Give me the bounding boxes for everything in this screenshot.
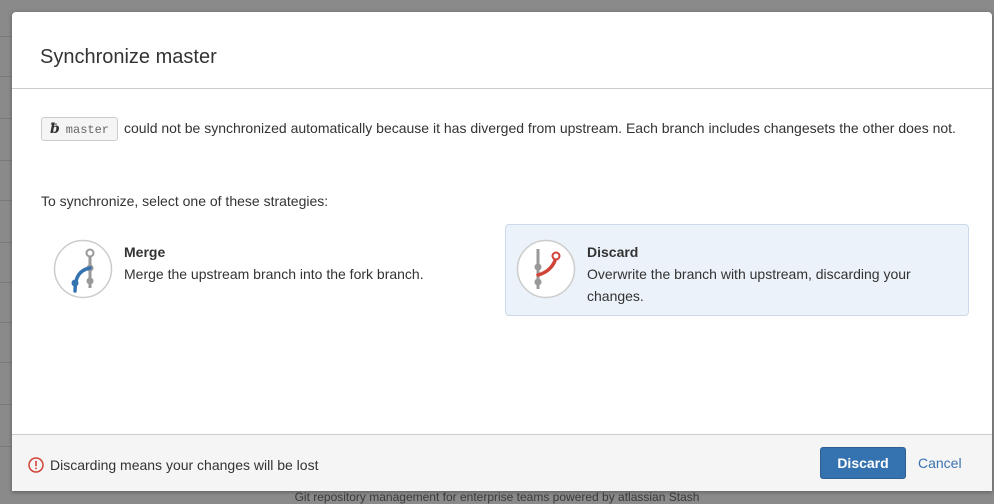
discard-branch-icon	[516, 239, 576, 299]
dialog-header: Synchronize master	[12, 12, 992, 89]
diverged-message: ƀ master could not be synchronized automat…	[41, 115, 962, 142]
discard-text: Discard Overwrite the branch with upstre…	[587, 243, 954, 307]
dialog-body: ƀ master could not be synchronized automat…	[12, 89, 992, 434]
page-backdrop	[0, 0, 12, 500]
strategy-option-discard[interactable]: Discard Overwrite the branch with upstre…	[505, 224, 969, 316]
merge-branch-icon	[53, 239, 113, 299]
dialog-title: Synchronize master	[40, 46, 217, 68]
strategy-description: Merge the upstream branch into the fork …	[124, 266, 424, 282]
branch-icon: ƀ	[50, 121, 60, 138]
diverged-text: could not be synchronized automatically …	[124, 120, 956, 136]
strategy-description: Overwrite the branch with upstream, disc…	[587, 266, 911, 304]
discard-button[interactable]: Discard	[820, 447, 906, 479]
discard-warning: Discarding means your changes will be lo…	[28, 457, 318, 473]
strategy-prompt: To synchronize, select one of these stra…	[41, 193, 329, 209]
branch-name: master	[65, 123, 110, 138]
warning-icon	[28, 457, 44, 473]
cancel-link[interactable]: Cancel	[918, 455, 962, 471]
strategy-option-merge[interactable]: Merge Merge the upstream branch into the…	[42, 224, 494, 316]
page-footer-text: Git repository management for enterprise…	[294, 490, 700, 504]
synchronize-dialog: Synchronize master ƀ master could not be s…	[12, 12, 992, 491]
warning-text: Discarding means your changes will be lo…	[50, 457, 319, 473]
strategy-name: Merge	[124, 244, 166, 260]
branch-lozenge: ƀ master	[41, 117, 119, 142]
dialog-footer: Discarding means your changes will be lo…	[12, 434, 992, 491]
merge-text: Merge Merge the upstream branch into the…	[124, 243, 479, 285]
strategy-name: Discard	[587, 244, 639, 260]
